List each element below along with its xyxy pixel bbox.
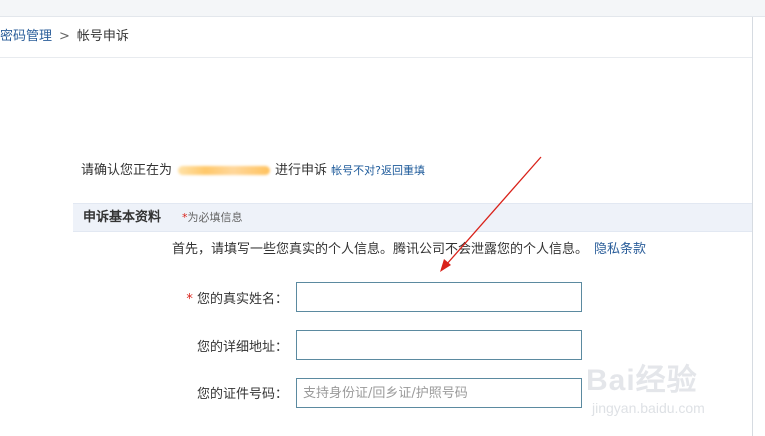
id-number-input[interactable] <box>296 378 582 408</box>
address-input[interactable] <box>296 330 582 360</box>
real-name-required-star: * <box>186 292 193 307</box>
real-name-label-text: 您的真实姓名： <box>196 292 288 307</box>
real-name-input[interactable] <box>296 282 582 312</box>
section-title: 申诉基本资料 <box>83 210 162 225</box>
real-name-label: * 您的真实姓名： <box>186 290 288 310</box>
blurred-account-number <box>178 166 271 175</box>
account-confirm-row: 请确认您正在为 进行申诉 帐号不对?返回重填 <box>81 161 425 181</box>
breadcrumb-password-management-link[interactable]: 密码管理 <box>0 29 52 44</box>
intro-text-row: 首先，请填写一些您真实的个人信息。腾讯公司不会泄露您的个人信息。 隐私条款 <box>172 240 646 260</box>
breadcrumb-divider <box>0 57 752 58</box>
intro-text: 首先，请填写一些您真实的个人信息。腾讯公司不会泄露您的个人信息。 <box>172 242 589 257</box>
watermark-url: jingyan.baidu.com <box>592 400 705 416</box>
refill-link[interactable]: 返回重填 <box>381 164 425 177</box>
breadcrumb: 密码管理 > 帐号申诉 <box>0 27 129 47</box>
wrong-account-link[interactable]: 帐号不对? <box>331 164 381 177</box>
top-strip <box>0 0 765 17</box>
required-note-text: 为必填信息 <box>187 211 243 224</box>
confirm-text-before: 请确认您正在为 <box>81 163 173 178</box>
required-note: *为必填信息 <box>182 204 243 231</box>
privacy-policy-link[interactable]: 隐私条款 <box>594 242 646 257</box>
watermark-logo: Bai经验 <box>586 364 698 397</box>
breadcrumb-current-page: 帐号申诉 <box>76 29 129 44</box>
id-number-label: 您的证件号码： <box>196 387 288 402</box>
section-header: 申诉基本资料 *为必填信息 <box>73 203 752 232</box>
annotation-arrow-head <box>440 259 451 272</box>
frame-border <box>752 17 753 436</box>
address-label: 您的详细地址： <box>196 340 288 355</box>
breadcrumb-separator: > <box>59 29 70 44</box>
confirm-text-after: 进行申诉 <box>275 163 328 178</box>
